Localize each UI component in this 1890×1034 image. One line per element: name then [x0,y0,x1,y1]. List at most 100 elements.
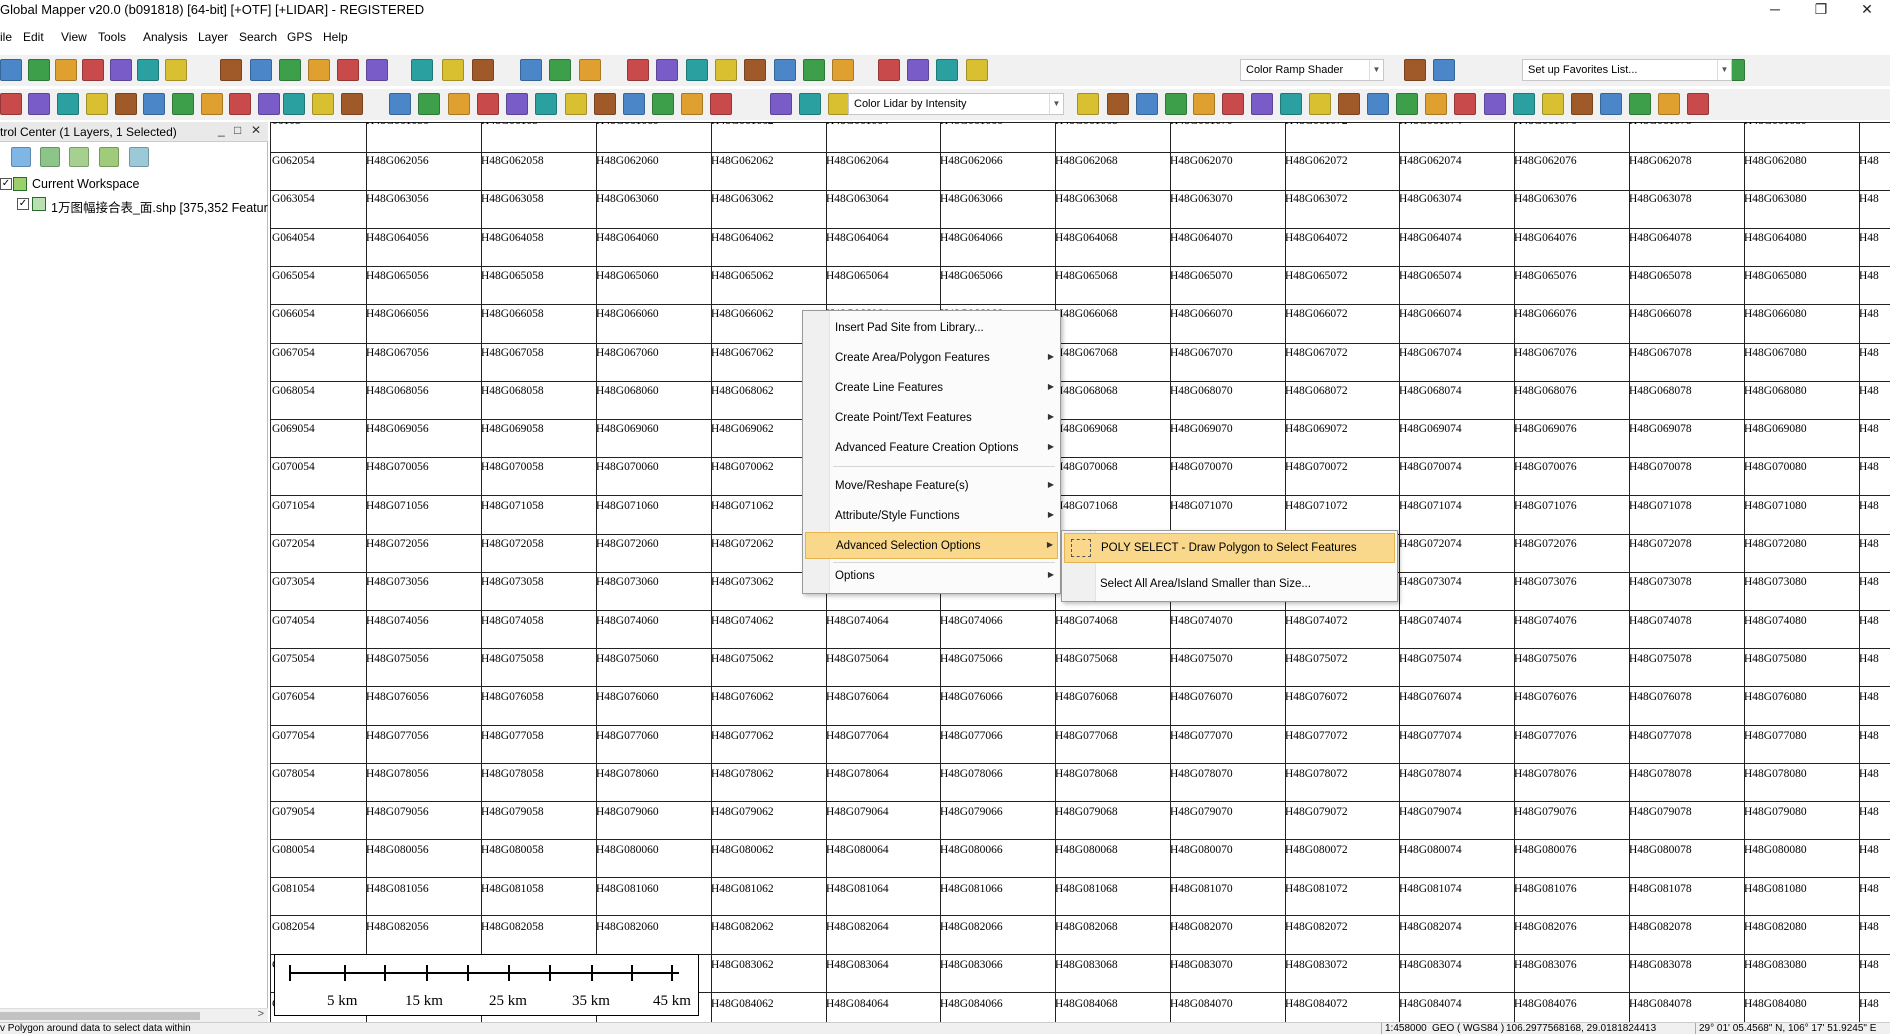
menu-help[interactable]: Help [323,30,348,44]
digitizer-tool-icon[interactable] [115,93,137,115]
digitizer-tool-icon[interactable] [477,93,499,115]
compare-icon[interactable] [803,59,825,81]
digitizer-tool-icon[interactable] [418,93,440,115]
digitizer-tool-icon[interactable] [1077,93,1099,115]
menu-layer[interactable]: Layer [198,30,228,44]
delete-icon[interactable] [472,59,494,81]
digitizer-tool-icon[interactable] [1107,93,1129,115]
show-layer-icon[interactable] [129,147,149,167]
pan-icon[interactable] [250,59,272,81]
menu-search[interactable]: Search [239,30,277,44]
digitizer-tool-icon[interactable] [594,93,616,115]
digitizer-tool-icon[interactable] [1484,93,1506,115]
restore-button[interactable]: ❐ [1798,0,1844,20]
digitizer-tool-icon[interactable] [1251,93,1273,115]
terrain-icon[interactable] [656,59,678,81]
digitizer-tool-icon[interactable] [1658,93,1680,115]
digitizer-tool-icon[interactable] [828,93,850,115]
digitizer-tool-icon[interactable] [1193,93,1215,115]
home-icon[interactable] [366,59,388,81]
measure-icon[interactable] [520,59,542,81]
select-icon[interactable] [442,59,464,81]
digitizer-tool-icon[interactable] [1396,93,1418,115]
daylight-icon[interactable] [966,59,988,81]
menu-analysis[interactable]: Analysis [143,30,188,44]
favorites-combo[interactable]: Set up Favorites List... ▼ [1522,59,1732,81]
digitizer-tool-icon[interactable] [565,93,587,115]
map-icon[interactable] [907,59,929,81]
hillshade-icon[interactable] [936,59,958,81]
digitizer-tool-icon[interactable] [341,93,363,115]
back-icon[interactable] [337,59,359,81]
digitizer-tool-icon[interactable] [389,93,411,115]
cut-fill-icon[interactable] [774,59,796,81]
ctx-advanced-feature-creation[interactable]: Advanced Feature Creation Options ▶ [805,435,1058,462]
config-icon[interactable] [110,59,132,81]
panel-close-button[interactable]: ✕ [251,123,261,137]
ctx-create-area-polygon[interactable]: Create Area/Polygon Features ▶ [805,345,1058,372]
digitizer-tool-icon[interactable] [1542,93,1564,115]
digitizer-tool-icon[interactable] [710,93,732,115]
digitizer-tool-icon[interactable] [143,93,165,115]
3d-view-icon[interactable] [627,59,649,81]
export-icon[interactable] [82,59,104,81]
digitizer-tool-icon[interactable] [258,93,280,115]
digitizer-tool-icon[interactable] [652,93,674,115]
view-shed-icon[interactable] [744,59,766,81]
digitizer-tool-icon[interactable] [1571,93,1593,115]
digitizer-icon[interactable] [411,59,433,81]
tree-workspace-label[interactable]: Current Workspace [32,177,139,191]
digitizer-tool-icon[interactable] [1687,93,1709,115]
digitizer-tool-icon[interactable] [1222,93,1244,115]
menu-gps[interactable]: GPS [287,30,312,44]
workspace-checkbox[interactable]: ✓ [0,178,12,190]
layer-metadata-icon[interactable] [69,147,89,167]
menu-edit[interactable]: Edit [23,30,44,44]
digitizer-tool-icon[interactable] [1136,93,1158,115]
digitizer-tool-icon[interactable] [312,93,334,115]
digitizer-tool-icon[interactable] [229,93,251,115]
star-icon[interactable] [1433,59,1455,81]
digitizer-tool-icon[interactable] [1280,93,1302,115]
digitizer-tool-icon[interactable] [623,93,645,115]
ctx-advanced-selection[interactable]: Advanced Selection Options ▶ [805,532,1058,559]
digitizer-tool-icon[interactable] [799,93,821,115]
watershed-icon[interactable] [715,59,737,81]
digitizer-tool-icon[interactable] [1454,93,1476,115]
ctx-insert-pad-site[interactable]: Insert Pad Site from Library... [805,315,1058,342]
digitizer-tool-icon[interactable] [283,93,305,115]
ctx-attribute-style[interactable]: Attribute/Style Functions ▶ [805,503,1058,530]
ctx-create-point-text[interactable]: Create Point/Text Features ▶ [805,405,1058,432]
digitizer-tool-icon[interactable] [1425,93,1447,115]
digitizer-tool-icon[interactable] [1513,93,1535,115]
menu-view[interactable]: View [61,30,87,44]
control-center-icon[interactable] [137,59,159,81]
select-smaller-than-size-item[interactable]: Select All Area/Island Smaller than Size… [1064,570,1395,600]
digitizer-tool-icon[interactable] [535,93,557,115]
digitizer-tool-icon[interactable] [1629,93,1651,115]
chevron-right-icon[interactable]: > [258,1008,264,1020]
lidar-color-combo[interactable]: Color Lidar by Intensity ▼ [848,93,1064,115]
digitizer-tool-icon[interactable] [201,93,223,115]
lidar-icon[interactable] [832,59,854,81]
path-profile-icon[interactable] [579,59,601,81]
tree-layer-label[interactable]: 1万图幅接合表_面.shp [375,352 Featur [51,197,268,216]
digitizer-tool-icon[interactable] [681,93,703,115]
close-layer-icon[interactable] [40,147,60,167]
zoom-out-icon[interactable] [308,59,330,81]
ctx-options[interactable]: Options ▶ [805,563,1058,590]
layer-options-icon[interactable] [11,147,31,167]
open-data-icon[interactable] [0,59,22,81]
poly-select-item[interactable]: POLY SELECT - Draw Polygon to Select Fea… [1064,533,1395,563]
digitizer-tool-icon[interactable] [448,93,470,115]
globe-web-icon[interactable] [1404,59,1426,81]
overview-icon[interactable] [165,59,187,81]
close-button[interactable]: ✕ [1844,0,1890,20]
minimize-button[interactable]: ─ [1752,0,1798,20]
contour-icon[interactable] [686,59,708,81]
menu-file[interactable]: ile [0,30,12,44]
digitizer-tool-icon[interactable] [1600,93,1622,115]
digitizer-tool-icon[interactable] [28,93,50,115]
panel-horizontal-scrollbar[interactable]: > [0,1008,268,1022]
digitizer-tool-icon[interactable] [1165,93,1187,115]
